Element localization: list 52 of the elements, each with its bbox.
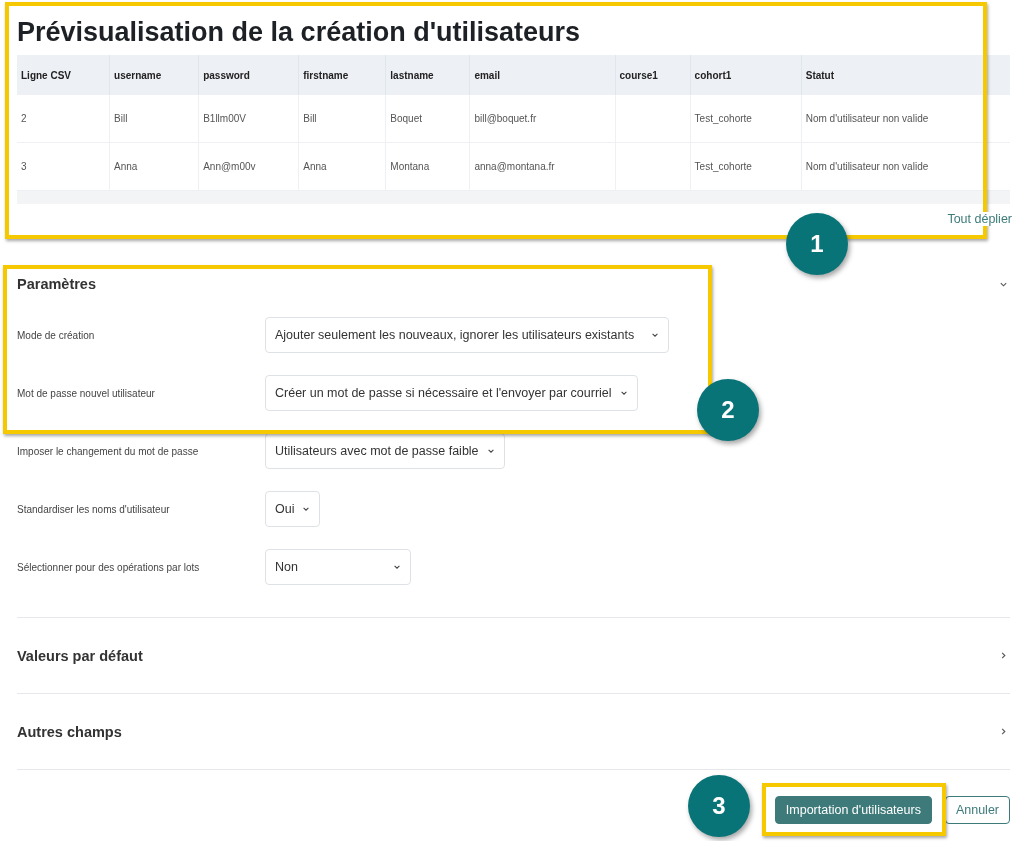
column-header: email: [469, 55, 616, 95]
caret-icon: [486, 447, 495, 455]
caret-icon: [393, 563, 401, 571]
chevron-right-icon[interactable]: [999, 651, 1008, 660]
page-title: Prévisualisation de la création d'utilisateurs: [17, 16, 582, 49]
column-header: cohort1: [690, 55, 802, 95]
field-label: Sélectionner pour des opérations par lots: [17, 561, 201, 573]
table-cell: Nom d'utilisateur non valide: [801, 95, 1010, 143]
table-cell: Bill: [298, 95, 386, 143]
table-cell: Test_cohorte: [690, 95, 802, 143]
numbered-callout: 1: [786, 213, 848, 275]
table-cell: Nom d'utilisateur non valide: [801, 142, 1010, 191]
column-header: password: [198, 55, 299, 95]
import-button[interactable]: Importation d'utilisateurs: [774, 796, 932, 824]
table-cell: Montana: [385, 142, 470, 191]
caret-icon: [619, 389, 628, 397]
horizontal-scrollbar[interactable]: [17, 191, 1010, 204]
dropdown-select[interactable]: Créer un mot de passe si nécessaire et l'envoyer par courriel: [265, 375, 638, 411]
expand-all-link[interactable]: Tout déplier: [947, 212, 1012, 226]
table-cell: 3: [17, 142, 110, 191]
field-label: Standardiser les noms d'utilisateur: [17, 503, 171, 515]
section-title[interactable]: Autres champs: [17, 723, 122, 740]
column-header: Statut: [801, 55, 1010, 95]
dropdown-select[interactable]: Ajouter seulement les nouveaux, ignorer les utilisateurs existants: [265, 317, 669, 353]
section-title[interactable]: Valeurs par défaut: [17, 647, 143, 664]
numbered-callout: 2: [697, 379, 759, 441]
column-header: username: [109, 55, 199, 95]
table-cell: anna@montana.fr: [469, 142, 616, 191]
table-cell: Bill: [109, 95, 199, 143]
dropdown-select[interactable]: Non: [265, 549, 411, 585]
field-label: Imposer le changement du mot de passe: [17, 445, 200, 457]
column-header: Ligne CSV: [17, 55, 110, 95]
table-cell: Test_cohorte: [690, 142, 802, 191]
table-cell: B1llm00V: [198, 95, 299, 143]
column-header: lastname: [385, 55, 470, 95]
table-cell: Anna: [109, 142, 199, 191]
column-header: firstname: [298, 55, 386, 95]
table-cell: Ann@m00v: [198, 142, 299, 191]
field-label: Mot de passe nouvel utilisateur: [17, 387, 156, 399]
chevron-right-icon[interactable]: [999, 727, 1008, 736]
caret-icon: [651, 331, 659, 339]
column-header: course1: [615, 55, 691, 95]
numbered-callout: 3: [688, 775, 750, 837]
dropdown-select[interactable]: Oui: [265, 491, 321, 527]
caret-icon: [302, 505, 311, 513]
section-title[interactable]: Paramètres: [17, 276, 96, 292]
table-cell: 2: [17, 95, 110, 143]
table-cell: bill@boquet.fr: [469, 95, 616, 143]
cancel-button[interactable]: Annuler: [944, 796, 1010, 824]
table-cell: Boquet: [385, 95, 470, 143]
table-cell: Anna: [298, 142, 386, 191]
field-label: Mode de création: [17, 329, 96, 341]
